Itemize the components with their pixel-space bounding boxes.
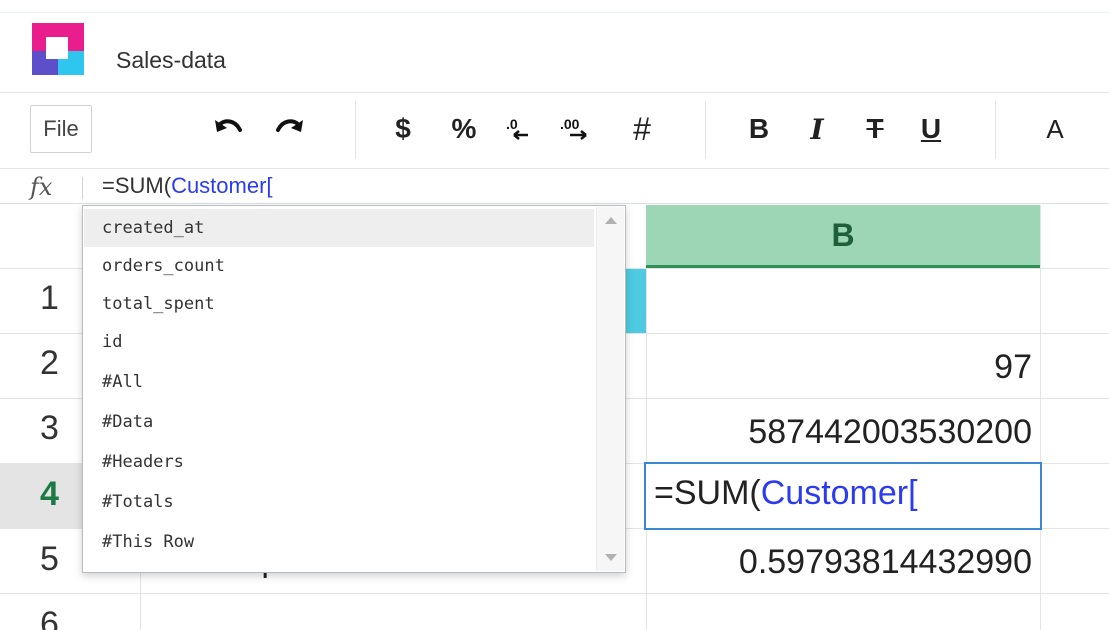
autocomplete-item-data[interactable]: #Data	[84, 403, 594, 441]
toolbar: File $ % .0 .00 # B I T U A	[0, 92, 1109, 168]
title-bar: Sales-data	[0, 12, 1109, 84]
scroll-down-icon[interactable]	[605, 554, 617, 561]
toolbar-divider	[995, 101, 996, 159]
svg-text:.00: .00	[560, 116, 580, 132]
autocomplete-item-totals[interactable]: #Totals	[84, 483, 594, 521]
font-color-button[interactable]: A	[1040, 105, 1070, 153]
grid-line	[0, 593, 1109, 594]
bold-button[interactable]: B	[742, 105, 776, 153]
undo-icon	[215, 119, 242, 132]
formula-reference: Customer[	[171, 173, 273, 198]
increase-decimal-icon: .00	[560, 116, 587, 140]
autocomplete-item-orders-count[interactable]: orders_count	[84, 247, 594, 285]
document-title[interactable]: Sales-data	[116, 47, 226, 74]
file-menu-button[interactable]: File	[30, 105, 92, 153]
autocomplete-dropdown: created_at orders_count total_spent id #…	[82, 205, 626, 573]
undo-button[interactable]	[208, 105, 248, 153]
autocomplete-item-id[interactable]: id	[84, 323, 594, 361]
redo-button[interactable]	[270, 105, 310, 153]
decrease-decimal-icon: .0	[506, 116, 528, 140]
increase-decimal-button[interactable]: .00	[556, 105, 602, 153]
formula-bar-divider	[82, 177, 83, 199]
app-logo	[32, 23, 84, 75]
underline-button[interactable]: U	[914, 105, 948, 153]
autocomplete-scrollbar[interactable]	[596, 207, 624, 571]
number-format-button[interactable]: #	[622, 105, 662, 153]
cell-b2[interactable]: 97	[648, 348, 1032, 387]
autocomplete-item-headers[interactable]: #Headers	[84, 443, 594, 481]
cell-b5[interactable]: 0.59793814432990	[648, 543, 1032, 582]
italic-button[interactable]: I	[800, 105, 834, 153]
editor-text: =SUM(	[654, 474, 761, 512]
currency-format-button[interactable]: $	[386, 105, 420, 153]
grid-line	[646, 205, 647, 630]
cell-b3[interactable]: 587442003530200	[648, 413, 1032, 452]
cell-b4-editor[interactable]: =SUM(Customer[	[644, 462, 1042, 530]
formula-bar: fx =SUM(Customer[	[0, 168, 1109, 204]
decrease-decimal-button[interactable]: .0	[500, 105, 544, 153]
autocomplete-item-total-spent[interactable]: total_spent	[84, 285, 594, 323]
autocomplete-item-all[interactable]: #All	[84, 363, 594, 401]
percent-format-button[interactable]: %	[444, 105, 484, 153]
row-header-6[interactable]: 6	[40, 605, 140, 630]
formula-input[interactable]: =SUM(Customer[	[102, 173, 273, 199]
redo-icon	[276, 119, 303, 132]
toolbar-divider	[705, 101, 706, 159]
grid-line	[1040, 205, 1041, 630]
formula-text: =SUM(	[102, 173, 172, 198]
toolbar-divider	[355, 101, 356, 159]
svg-text:.0: .0	[506, 116, 518, 132]
cell-a1-fill[interactable]	[624, 269, 646, 333]
scroll-up-icon[interactable]	[605, 217, 617, 224]
fx-label: fx	[30, 173, 53, 201]
autocomplete-item-this-row[interactable]: #This Row	[84, 523, 594, 561]
editor-reference: Customer[	[760, 474, 918, 512]
autocomplete-item-created-at[interactable]: created_at	[84, 209, 594, 247]
strikethrough-button[interactable]: T	[858, 105, 892, 153]
column-header-b[interactable]: B	[646, 205, 1040, 268]
